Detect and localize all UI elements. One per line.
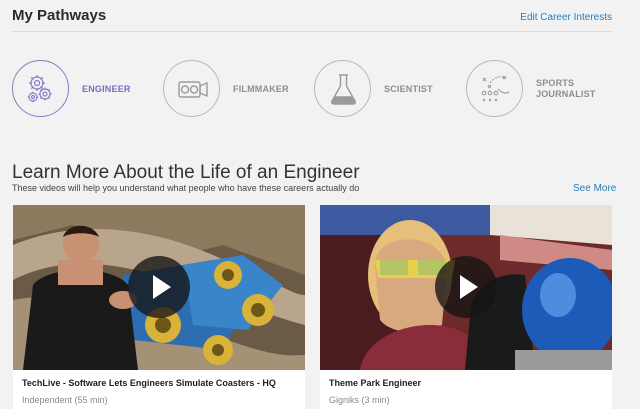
pathway-engineer[interactable]: ENGINEER [12,60,152,118]
video-title[interactable]: Theme Park Engineer [329,378,421,388]
play-icon[interactable] [128,256,190,318]
pathway-label: SCIENTIST [384,84,433,94]
pathway-filmmaker[interactable]: FILMMAKER [163,60,303,118]
header: My Pathways Edit Career Interests [12,0,612,32]
play-icon[interactable] [435,256,497,318]
pathway-label: SPORTS JOURNALIST [536,78,596,99]
section-subtitle: These videos will help you understand wh… [12,183,360,193]
play-diagram-icon [466,60,523,117]
see-more-link[interactable]: See More [573,183,616,194]
pathway-sports-journalist[interactable]: SPORTS JOURNALIST [466,60,616,118]
pathways-list: ENGINEER FILMMAKER SCIENTIST SPORTS JOUR… [12,60,622,118]
section-title: Learn More About the Life of an Engineer [12,162,360,183]
gears-icon [12,60,69,117]
edit-career-interests-link[interactable]: Edit Career Interests [520,12,612,23]
video-camera-icon [163,60,220,117]
video-title[interactable]: TechLive - Software Lets Engineers Simul… [22,378,276,388]
video-card[interactable]: Theme Park Engineer Gigniks (3 min) [320,205,612,409]
pathway-label: ENGINEER [82,84,131,94]
video-card[interactable]: TechLive - Software Lets Engineers Simul… [13,205,305,409]
video-meta: Independent (55 min) [22,395,108,405]
video-meta: Gigniks (3 min) [329,395,390,405]
pathway-scientist[interactable]: SCIENTIST [314,60,454,118]
pathway-label: FILMMAKER [233,84,289,94]
page-title: My Pathways [12,7,107,24]
video-thumbnail[interactable] [320,205,612,370]
flask-icon [314,60,371,117]
video-thumbnail[interactable] [13,205,305,370]
